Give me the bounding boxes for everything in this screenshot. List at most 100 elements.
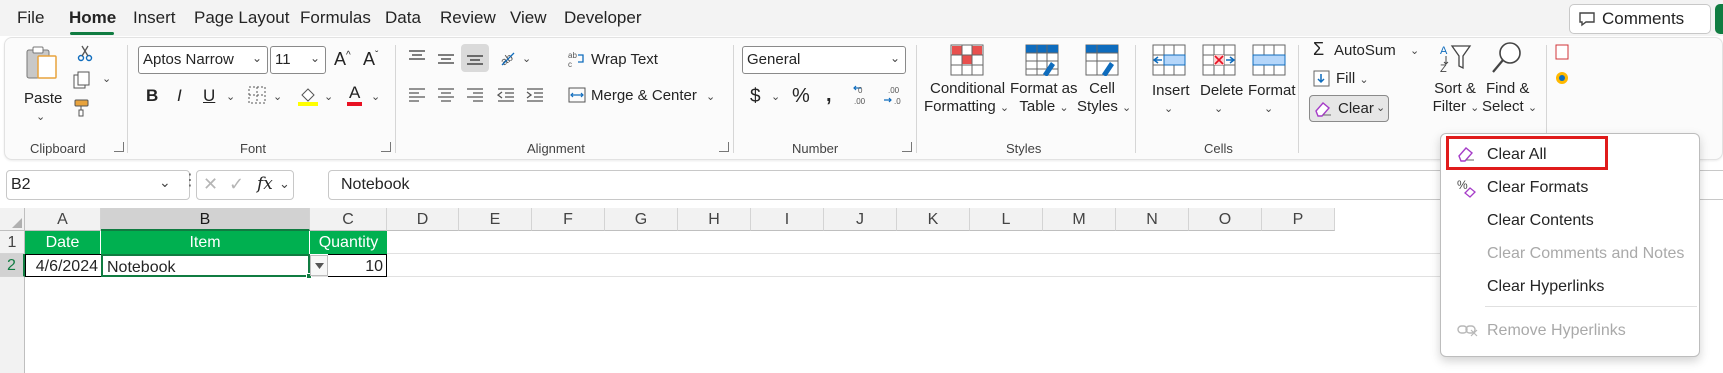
format-as-table-icon[interactable] bbox=[1025, 44, 1059, 76]
column-header-c[interactable]: C bbox=[310, 208, 387, 231]
autosum-icon[interactable]: Σ bbox=[1313, 39, 1324, 60]
wrap-text-icon[interactable]: abc bbox=[568, 50, 586, 68]
tab-view[interactable]: View bbox=[510, 8, 547, 28]
sort-filter-label[interactable]: Sort & bbox=[1434, 80, 1476, 98]
format-painter-icon[interactable] bbox=[72, 98, 92, 118]
column-header-p[interactable]: P bbox=[1262, 208, 1335, 231]
row-header-1[interactable]: 1 bbox=[0, 231, 25, 254]
column-header-g[interactable]: G bbox=[605, 208, 678, 231]
cell-styles-label-2[interactable]: Styles ⌄ bbox=[1077, 98, 1131, 117]
paste-label[interactable]: Paste bbox=[24, 90, 62, 108]
autosum-label[interactable]: AutoSum bbox=[1334, 42, 1396, 60]
copilot-icon[interactable] bbox=[1555, 70, 1569, 86]
dropdown-arrow-button[interactable] bbox=[310, 255, 328, 276]
italic-icon[interactable]: I bbox=[177, 86, 182, 106]
increase-font-size-icon[interactable]: A^ bbox=[334, 49, 351, 70]
increase-decimal-icon[interactable]: 0.00 bbox=[852, 84, 874, 106]
align-left-icon[interactable] bbox=[408, 88, 426, 102]
insert-label[interactable]: Insert bbox=[1152, 82, 1190, 100]
tab-home[interactable]: Home bbox=[69, 8, 116, 28]
tab-page-layout[interactable]: Page Layout bbox=[194, 8, 289, 28]
underline-chevron-icon[interactable]: ⌄ bbox=[226, 90, 235, 103]
increase-indent-icon[interactable] bbox=[526, 88, 544, 102]
menu-item-clear-formats[interactable]: % Clear Formats bbox=[1441, 171, 1699, 205]
orientation-chevron-icon[interactable]: ⌄ bbox=[522, 52, 531, 65]
format-label[interactable]: Format bbox=[1248, 82, 1296, 100]
insert-cells-icon[interactable] bbox=[1152, 44, 1186, 76]
decrease-indent-icon[interactable] bbox=[497, 88, 515, 102]
column-header-f[interactable]: F bbox=[532, 208, 605, 231]
number-format-select[interactable]: General ⌄ bbox=[742, 46, 906, 74]
font-color-icon[interactable]: A bbox=[347, 84, 363, 106]
column-header-a[interactable]: A bbox=[25, 208, 101, 231]
row-header-2[interactable]: 2 bbox=[0, 254, 25, 277]
align-top-icon[interactable] bbox=[408, 50, 426, 64]
format-chevron-icon[interactable]: ⌄ bbox=[1264, 100, 1273, 118]
comments-button[interactable]: Comments bbox=[1569, 4, 1711, 34]
paste-chevron-icon[interactable]: ⌄ bbox=[36, 108, 45, 126]
chevron-down-icon[interactable]: ⌄ bbox=[279, 176, 290, 192]
column-header-l[interactable]: L bbox=[970, 208, 1043, 231]
underline-icon[interactable]: U bbox=[203, 86, 215, 106]
cell-A2[interactable]: 4/6/2024 bbox=[25, 254, 101, 277]
align-middle-icon[interactable] bbox=[437, 52, 455, 66]
delete-cells-icon[interactable] bbox=[1202, 44, 1236, 76]
fill-icon[interactable] bbox=[1313, 70, 1330, 87]
decrease-decimal-icon[interactable]: .00.0 bbox=[883, 84, 905, 106]
fill-label[interactable]: Fill ⌄ bbox=[1336, 70, 1369, 89]
alignment-launcher-icon[interactable] bbox=[719, 142, 729, 152]
menu-item-clear-hyperlinks[interactable]: Clear Hyperlinks bbox=[1441, 270, 1699, 304]
decrease-font-size-icon[interactable]: Aˇ bbox=[363, 49, 378, 70]
select-all-corner[interactable] bbox=[0, 208, 25, 231]
format-cells-icon[interactable] bbox=[1252, 44, 1286, 76]
align-right-icon[interactable] bbox=[466, 88, 484, 102]
sort-filter-label-2[interactable]: Filter ⌄ bbox=[1430, 98, 1482, 117]
tab-file[interactable]: File bbox=[17, 8, 44, 28]
cut-icon[interactable] bbox=[77, 44, 93, 62]
paste-icon[interactable] bbox=[24, 44, 60, 80]
font-size-select[interactable]: 11 ⌄ bbox=[270, 46, 326, 74]
tab-developer[interactable]: Developer bbox=[564, 8, 642, 28]
column-header-o[interactable]: O bbox=[1189, 208, 1262, 231]
cell-B1[interactable]: Item bbox=[101, 231, 310, 254]
insert-chevron-icon[interactable]: ⌄ bbox=[1164, 100, 1173, 118]
comma-style-icon[interactable]: , bbox=[826, 84, 832, 107]
find-select-icon[interactable] bbox=[1490, 40, 1524, 76]
cell-A1[interactable]: Date bbox=[25, 231, 101, 254]
merge-center-icon[interactable] bbox=[568, 86, 586, 104]
conditional-formatting-label[interactable]: Conditional bbox=[930, 80, 1005, 98]
delete-label[interactable]: Delete bbox=[1200, 82, 1243, 100]
column-header-j[interactable]: J bbox=[824, 208, 897, 231]
column-header-n[interactable]: N bbox=[1116, 208, 1189, 231]
cell-styles-icon[interactable] bbox=[1085, 44, 1119, 76]
addins-icon[interactable] bbox=[1555, 44, 1569, 60]
column-header-i[interactable]: I bbox=[751, 208, 824, 231]
font-name-select[interactable]: Aptos Narrow ⌄ bbox=[138, 46, 268, 74]
borders-icon[interactable] bbox=[248, 86, 266, 104]
conditional-formatting-icon[interactable] bbox=[950, 44, 984, 76]
menu-item-clear-contents[interactable]: Clear Contents bbox=[1441, 204, 1699, 238]
name-box[interactable]: B2 ⌄ bbox=[6, 170, 190, 200]
clipboard-launcher-icon[interactable] bbox=[114, 142, 124, 152]
find-select-label[interactable]: Find & bbox=[1486, 80, 1529, 98]
tab-review[interactable]: Review bbox=[440, 8, 496, 28]
cell-C2[interactable]: 10 bbox=[328, 254, 387, 277]
bold-icon[interactable]: B bbox=[146, 86, 158, 106]
fill-color-icon[interactable] bbox=[297, 84, 319, 106]
column-header-k[interactable]: K bbox=[897, 208, 970, 231]
tab-insert[interactable]: Insert bbox=[133, 8, 176, 28]
merge-center-label[interactable]: Merge & Center bbox=[591, 87, 697, 105]
tab-data[interactable]: Data bbox=[385, 8, 421, 28]
conditional-formatting-label-2[interactable]: Formatting ⌄ bbox=[924, 98, 1009, 117]
sort-filter-icon[interactable]: AZ bbox=[1438, 42, 1472, 76]
number-launcher-icon[interactable] bbox=[902, 142, 912, 152]
enter-icon[interactable]: ✓ bbox=[229, 174, 244, 195]
cell-styles-label[interactable]: Cell bbox=[1088, 80, 1116, 98]
column-header-d[interactable]: D bbox=[387, 208, 459, 231]
currency-icon[interactable]: $ bbox=[750, 86, 761, 108]
copy-icon[interactable] bbox=[72, 70, 92, 90]
wrap-text-label[interactable]: Wrap Text bbox=[591, 51, 658, 69]
cell-C1[interactable]: Quantity bbox=[310, 231, 387, 254]
share-button[interactable] bbox=[1715, 4, 1723, 34]
align-bottom-button[interactable] bbox=[461, 44, 489, 72]
